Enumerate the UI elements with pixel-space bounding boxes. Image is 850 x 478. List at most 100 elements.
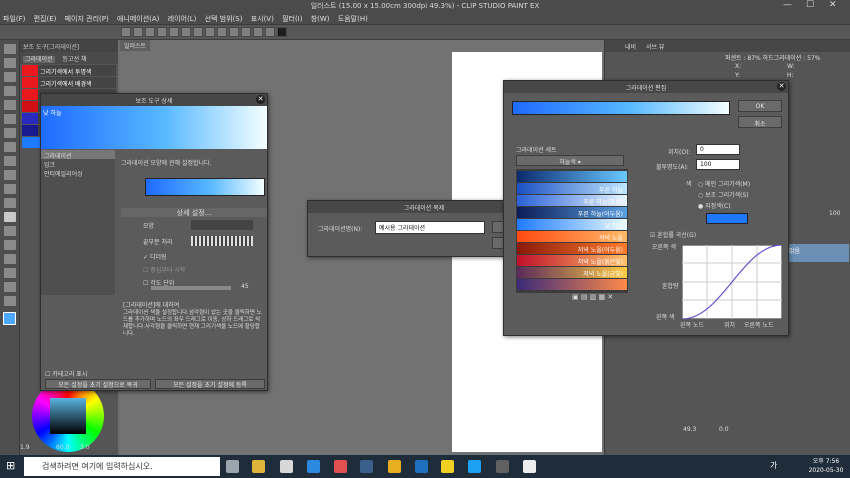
register-settings-button[interactable]: 모든 설정을 초기 설정에 등록 [155,379,265,389]
ruler-tool-icon[interactable] [4,254,16,264]
new-file-icon[interactable] [121,27,131,37]
gradient-bar[interactable] [145,178,265,196]
shape-selector[interactable] [191,220,253,230]
editor-ok-button[interactable]: OK [738,100,782,112]
menu-selection[interactable]: 선택 범위(S) [202,12,246,24]
position-input[interactable]: 0 [696,144,740,155]
correction-tool-icon[interactable] [4,296,16,306]
color-square[interactable] [50,398,86,434]
store-icon[interactable] [280,460,293,473]
task-view-icon[interactable] [226,460,239,473]
fill-icon[interactable] [193,27,203,37]
gradient-preset-item[interactable] [517,171,627,182]
main-color-radio[interactable]: ○ 메인 그리기색(M) [698,179,750,188]
twitter-icon[interactable] [468,460,481,473]
close-icon[interactable]: ✕ [256,95,265,104]
blend-curve-checkbox[interactable]: ☑ 혼합률 곡선(G) [650,230,696,239]
pen-tool-icon[interactable] [4,114,16,124]
menu-filter[interactable]: 필터(I) [279,12,305,24]
figure-tool-icon[interactable] [4,226,16,236]
end-treatment-selector[interactable] [191,236,253,246]
gradient-preset-item[interactable] [517,279,627,290]
edge-icon[interactable] [307,460,320,473]
kakaotalk-icon[interactable] [441,460,454,473]
editor-cancel-button[interactable]: 취소 [738,116,782,128]
tab-navigator[interactable]: 내비 [625,44,636,51]
show-category-checkbox[interactable]: ☐ 카테고리 표시 [45,369,87,378]
subtool-preset-item[interactable]: 그리기색에서 투명색 [22,65,116,76]
ime-indicator[interactable]: 가 [770,460,777,471]
gradient-name-input[interactable]: 예시용 그라데이션 [375,221,485,234]
menu-file[interactable]: 파일(F) [0,12,28,24]
blend-tool-icon[interactable] [4,198,16,208]
menu-layer[interactable]: 레이어(L) [165,12,200,24]
start-icon[interactable]: ⊞ [6,460,18,472]
gradient-preset-item[interactable]: 저녁 노을(어두움) [517,243,627,254]
minimize-icon[interactable]: — [783,0,792,10]
gradient-preset-item[interactable]: 푸른 하늘(맑음) [517,195,627,206]
detail-settings-button[interactable]: 상세 설정... [121,208,267,217]
gradient-preset-item[interactable]: 저녁 노을 [517,231,627,242]
app-icon[interactable] [334,460,347,473]
airbrush-tool-icon[interactable] [4,156,16,166]
file-explorer-icon[interactable] [252,460,265,473]
gradient-preset-item[interactable]: 낮 하늘 [517,219,627,230]
angle-slider[interactable] [151,286,231,290]
gradient-preset-item[interactable]: 푸른 하늘(어두움) [517,207,627,218]
eyedropper-tool-icon[interactable] [4,100,16,110]
gradient-tool-icon[interactable] [4,212,16,222]
eraser-tool-icon[interactable] [4,184,16,194]
clip-studio-paint-icon[interactable] [523,460,536,473]
snap-grid-icon[interactable] [265,27,275,37]
menu-help[interactable]: 도움말(H) [335,12,371,24]
editor-gradient-bar[interactable] [512,101,730,115]
gradient-preset-item[interactable]: 저녁 노을(금빛) [517,267,627,278]
help-icon[interactable] [277,27,287,37]
center-start-checkbox[interactable]: ☐ 중심부터 시작 [143,265,185,274]
ruler-icon[interactable] [241,27,251,37]
menu-page[interactable]: 페이지 관리(P) [62,12,112,24]
taskbar-clock[interactable]: 오후 7:56 2020-05-30 [806,457,846,475]
open-file-icon[interactable] [133,27,143,37]
category-antialias[interactable]: 안티에일리어싱 [41,168,115,178]
balloon-tool-icon[interactable] [4,282,16,292]
frame-tool-icon[interactable] [4,240,16,250]
reset-settings-button[interactable]: 모든 설정을 초기 설정으로 복귀 [45,379,151,389]
pencil-tool-icon[interactable] [4,128,16,138]
transform-icon[interactable] [205,27,215,37]
deselect-icon[interactable] [217,27,227,37]
close-icon[interactable]: ✕ [777,82,786,91]
menu-animation[interactable]: 애니메이션(A) [114,12,162,24]
menu-window[interactable]: 창(W) [308,12,333,24]
invert-icon[interactable] [229,27,239,37]
clip-studio-icon[interactable] [496,460,509,473]
blend-curve-graph[interactable] [682,245,782,319]
menu-view[interactable]: 표시(V) [248,12,277,24]
snap-icon[interactable] [253,27,263,37]
gradient-set-select[interactable]: 하늘색 ▾ [516,155,624,166]
subtool-preset-item[interactable]: 그리기색에서 배경색 [22,77,116,88]
lasso-tool-icon[interactable] [4,86,16,96]
gradient-preset-item[interactable]: 저녁 노을(붉은빛) [517,255,627,266]
tab-gradient[interactable]: 그라데이션 [23,56,55,63]
chrome-icon[interactable] [388,460,401,473]
opacity-input[interactable]: 100 [696,159,740,170]
mail-icon[interactable] [415,460,428,473]
sub-color-radio[interactable]: ○ 보조 그리기색(S) [698,190,749,199]
category-gradient[interactable]: 그라데이션 [41,150,115,160]
zoom-tool-icon[interactable] [4,44,16,54]
save-icon[interactable] [145,27,155,37]
clear-icon[interactable] [181,27,191,37]
tab-subview[interactable]: 서브 뷰 [646,44,664,51]
menu-edit[interactable]: 편집(E) [31,12,60,24]
dither-checkbox[interactable]: ✓ 디더링 [143,252,167,261]
redo-icon[interactable] [169,27,179,37]
steam-icon[interactable] [360,460,373,473]
canvas-tab[interactable]: 일러스트 [120,40,151,51]
decoration-tool-icon[interactable] [4,170,16,180]
select-tool-icon[interactable] [4,72,16,82]
move-tool-icon[interactable] [4,58,16,68]
text-tool-icon[interactable] [4,268,16,278]
gradient-preset-item[interactable]: 푸른 하늘 [517,183,627,194]
close-icon[interactable]: ✕ [829,0,837,10]
